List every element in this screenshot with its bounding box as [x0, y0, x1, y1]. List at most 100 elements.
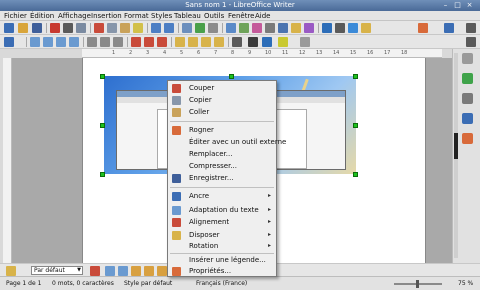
- menu-fichier[interactable]: Fichier: [4, 12, 27, 20]
- menu-edition[interactable]: Édition: [30, 12, 54, 20]
- flip-icon[interactable]: [131, 266, 141, 276]
- properties-icon[interactable]: [462, 133, 473, 144]
- align-center-icon[interactable]: [100, 37, 110, 47]
- border-style-icon[interactable]: [248, 37, 258, 47]
- move-icon[interactable]: [118, 266, 128, 276]
- menu-outils[interactable]: Outils: [204, 12, 224, 20]
- menu-item-disposer[interactable]: Disposer ▸: [168, 230, 276, 241]
- menu-styles[interactable]: Styles: [151, 12, 172, 20]
- menu-fenetre[interactable]: Fenêtre: [228, 12, 254, 20]
- gallery-icon[interactable]: [462, 93, 473, 104]
- comment-icon[interactable]: [291, 23, 301, 33]
- basic-shapes-icon[interactable]: [361, 23, 371, 33]
- line-icon[interactable]: [348, 23, 358, 33]
- open-icon[interactable]: [18, 23, 28, 33]
- resize-handle-top[interactable]: [229, 74, 234, 79]
- new-document-icon[interactable]: [4, 23, 14, 33]
- resize-handle-bottom-left[interactable]: [100, 172, 105, 177]
- status-page[interactable]: Page 1 de 1: [6, 280, 41, 287]
- resize-handle-left[interactable]: [100, 123, 105, 128]
- status-language[interactable]: Français (France): [196, 280, 247, 287]
- bring-to-front-icon[interactable]: [175, 37, 185, 47]
- track-changes-icon[interactable]: [304, 23, 314, 33]
- page-wrap-icon[interactable]: [43, 37, 53, 47]
- menu-item-remplacer[interactable]: Remplacer...: [168, 149, 276, 160]
- menu-insertion[interactable]: Insertion: [91, 12, 122, 20]
- menu-item-inserer-legende[interactable]: Insérer une légende...: [168, 255, 276, 266]
- copy-icon[interactable]: [107, 23, 117, 33]
- wrap-left-icon[interactable]: [69, 37, 79, 47]
- insert-image-icon[interactable]: [239, 23, 249, 33]
- shapes-dropdown-icon[interactable]: [418, 23, 428, 33]
- menu-tableau[interactable]: Tableau: [174, 12, 201, 20]
- insert-chart-icon[interactable]: [252, 23, 262, 33]
- resize-handle-bottom-right[interactable]: [353, 172, 358, 177]
- style-select[interactable]: Par défaut ▼: [31, 266, 83, 275]
- menu-item-proprietes[interactable]: Propriétés...: [168, 266, 276, 277]
- align-bottom-icon[interactable]: [157, 37, 167, 47]
- find-replace-icon[interactable]: [182, 23, 192, 33]
- clone-formatting-icon[interactable]: [133, 23, 143, 33]
- background-color-icon[interactable]: [278, 37, 288, 47]
- borders-icon[interactable]: [232, 37, 242, 47]
- anchor-icon[interactable]: [4, 37, 14, 47]
- menu-item-rogner[interactable]: Rogner: [168, 125, 276, 136]
- resize-handle-right[interactable]: [353, 123, 358, 128]
- move-icon[interactable]: [105, 266, 115, 276]
- undo-icon[interactable]: [151, 23, 161, 33]
- shapes-diamond-icon[interactable]: [444, 23, 454, 33]
- menu-item-copier[interactable]: Copier: [168, 95, 276, 106]
- toolbar-more-icon[interactable]: [466, 23, 476, 33]
- menu-item-alignement[interactable]: Alignement ▸: [168, 217, 276, 228]
- text-box-icon[interactable]: [322, 23, 332, 33]
- align-left-icon[interactable]: [87, 37, 97, 47]
- align-middle-icon[interactable]: [144, 37, 154, 47]
- print-preview-icon[interactable]: [76, 23, 86, 33]
- align-right-icon[interactable]: [113, 37, 123, 47]
- menu-format[interactable]: Format: [124, 12, 149, 20]
- toolbar-more-icon[interactable]: [466, 37, 476, 47]
- menu-item-couper[interactable]: Couper: [168, 83, 276, 94]
- print-icon[interactable]: [63, 23, 73, 33]
- styles-icon[interactable]: [462, 73, 473, 84]
- send-backward-icon[interactable]: [201, 37, 211, 47]
- scrollbar-thumb[interactable]: [454, 133, 458, 159]
- menu-item-adaptation-texte[interactable]: Adaptation du texte ▸: [168, 205, 276, 216]
- navigator-icon[interactable]: [462, 113, 473, 124]
- send-to-back-icon[interactable]: [214, 37, 224, 47]
- optimal-wrap-icon[interactable]: [56, 37, 66, 47]
- resize-handle-top-right[interactable]: [353, 74, 358, 79]
- menu-item-rotation[interactable]: Rotation ▸: [168, 241, 276, 252]
- delete-icon[interactable]: [90, 266, 100, 276]
- vertical-scrollbar[interactable]: [454, 53, 458, 258]
- menu-affichage[interactable]: Affichage: [58, 12, 91, 20]
- align-top-icon[interactable]: [131, 37, 141, 47]
- wrap-off-icon[interactable]: [30, 37, 40, 47]
- zoom-slider-handle[interactable]: [416, 280, 419, 288]
- export-pdf-icon[interactable]: [50, 23, 60, 33]
- maximize-icon[interactable]: □: [453, 1, 462, 10]
- redo-icon[interactable]: [164, 23, 174, 33]
- special-character-icon[interactable]: [265, 23, 275, 33]
- rotate-icon[interactable]: [144, 266, 154, 276]
- resize-handle-top-left[interactable]: [100, 74, 105, 79]
- minimize-icon[interactable]: –: [441, 1, 450, 10]
- crop-icon[interactable]: [157, 266, 167, 276]
- status-page-style[interactable]: Style par défaut: [124, 280, 172, 287]
- save-icon[interactable]: [32, 23, 42, 33]
- paste-icon[interactable]: [120, 23, 130, 33]
- close-icon[interactable]: ×: [465, 1, 474, 10]
- status-word-count[interactable]: 0 mots, 0 caractères: [52, 280, 114, 287]
- spelling-icon[interactable]: [195, 23, 205, 33]
- formatting-marks-icon[interactable]: [208, 23, 218, 33]
- menu-item-editer-outil-externe[interactable]: Éditer avec un outil externe: [168, 137, 286, 148]
- insert-table-icon[interactable]: [226, 23, 236, 33]
- menu-aide[interactable]: Aide: [255, 12, 270, 20]
- hyperlink-icon[interactable]: [278, 23, 288, 33]
- border-color-icon[interactable]: [262, 37, 272, 47]
- zoom-level[interactable]: 75 %: [458, 280, 473, 287]
- frame-properties-icon[interactable]: [300, 37, 310, 47]
- menu-item-coller[interactable]: Coller: [168, 107, 276, 118]
- fontwork-icon[interactable]: [335, 23, 345, 33]
- cut-icon[interactable]: [94, 23, 104, 33]
